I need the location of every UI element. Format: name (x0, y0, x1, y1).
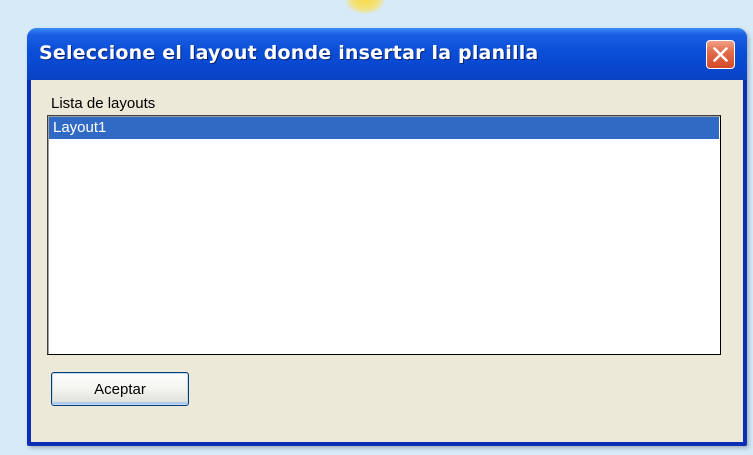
accept-button[interactable]: Aceptar (51, 372, 189, 406)
dialog-title: Seleccione el layout donde insertar la p… (39, 42, 539, 64)
close-button[interactable] (706, 40, 735, 69)
background-sun-glow (345, 0, 385, 14)
layouts-list-label: Lista de layouts (51, 95, 156, 112)
dialog-body: Lista de layouts Layout1 Aceptar (31, 80, 743, 442)
list-item-layout1[interactable]: Layout1 (49, 117, 719, 139)
close-icon (713, 47, 728, 62)
layout-select-dialog: Seleccione el layout donde insertar la p… (27, 28, 747, 446)
dialog-titlebar[interactable]: Seleccione el layout donde insertar la p… (27, 28, 747, 80)
layouts-listbox[interactable]: Layout1 (47, 115, 721, 355)
